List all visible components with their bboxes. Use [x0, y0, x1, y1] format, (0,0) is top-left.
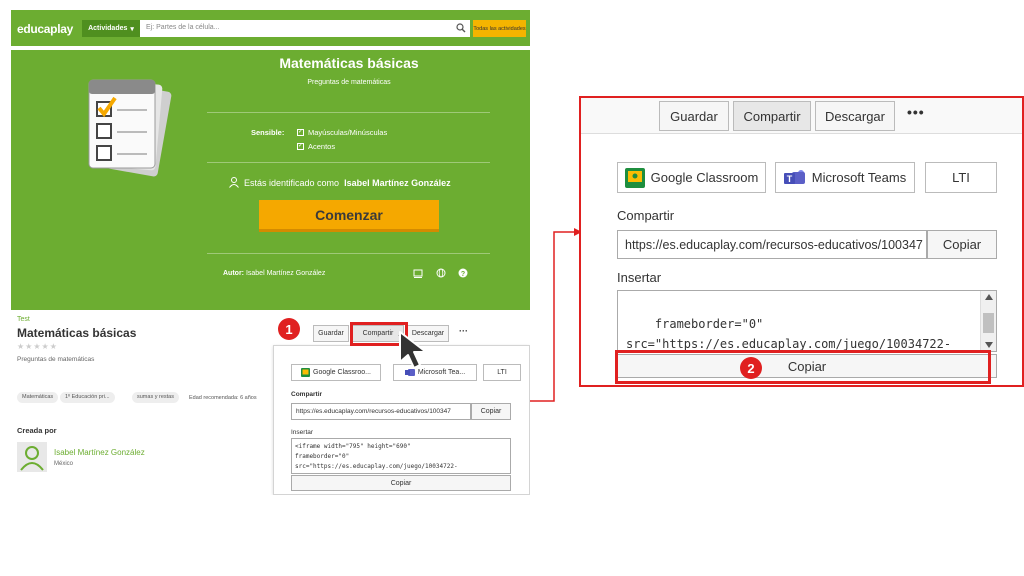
scrollbar-thumb[interactable] — [983, 313, 994, 333]
scroll-up-icon[interactable] — [985, 294, 993, 300]
lti-button[interactable]: LTI — [483, 364, 521, 381]
identified-prefix: Estás identificado como — [244, 177, 340, 188]
author-line: Autor: Isabel Martínez González — [223, 270, 325, 277]
embed-code-textarea[interactable]: <iframe width="795" height="690" framebo… — [291, 438, 511, 474]
tag-chip[interactable]: sumas y restas — [132, 392, 179, 403]
breadcrumb[interactable]: Test — [17, 316, 30, 323]
sensible-option-label: Mayúsculas/Minúsculas — [308, 128, 388, 137]
divider — [207, 112, 490, 113]
checkbox-icon[interactable]: ✓ — [297, 143, 304, 150]
divider — [207, 162, 490, 163]
svg-text:?: ? — [461, 271, 465, 278]
embed-label: Insertar — [617, 270, 662, 285]
step-badge-1: 1 — [278, 318, 300, 340]
test-document-icon — [88, 79, 172, 177]
step-badge-2: 2 — [740, 357, 762, 379]
mouse-cursor-icon — [398, 331, 427, 369]
recommended-age: Edad recomendada: 6 años — [189, 395, 257, 401]
copy-url-button[interactable]: Copiar — [927, 230, 997, 259]
search-placeholder: Ej: Partes de la célula... — [146, 24, 220, 31]
sensible-option-label: Acentos — [308, 142, 336, 151]
scrollbar[interactable] — [980, 291, 996, 351]
service-label: Microsoft Teams — [811, 170, 907, 185]
search-input[interactable]: Ej: Partes de la célula... — [140, 20, 470, 37]
connector-arrow — [530, 228, 582, 402]
download-button[interactable]: Descargar — [815, 101, 895, 131]
more-options-icon[interactable]: ··· — [459, 326, 468, 336]
service-label: Google Classroo... — [313, 369, 371, 376]
service-label: Google Classroom — [650, 170, 759, 185]
google-classroom-button[interactable]: Google Classroo... — [291, 364, 381, 381]
copy-embed-button[interactable]: Copiar — [291, 475, 511, 491]
share-panel-zoom: Guardar Compartir Descargar ••• Google C… — [579, 96, 1024, 387]
creator-name-link[interactable]: Isabel Martínez González — [54, 448, 145, 457]
activities-label: Actividades — [88, 25, 128, 32]
globe-icon[interactable] — [436, 268, 446, 278]
user-icon — [229, 177, 239, 188]
activity-description: Preguntas de matemáticas — [17, 356, 95, 363]
google-classroom-icon — [301, 368, 310, 377]
embed-code-textarea[interactable]: frameborder="0" src="https://es.educapla… — [617, 290, 997, 352]
top-navigation-bar: educaplay Actividades ▾ Ej: Partes de la… — [11, 10, 530, 46]
microsoft-teams-icon: T — [783, 169, 805, 184]
share-url-label: Compartir — [291, 391, 323, 398]
share-button[interactable]: Compartir — [352, 325, 404, 342]
activities-menu-button[interactable]: Actividades ▾ — [82, 20, 140, 37]
share-button[interactable]: Compartir — [733, 101, 811, 131]
share-url-label: Compartir — [617, 208, 675, 223]
help-icon[interactable]: ? — [458, 268, 468, 278]
scroll-down-icon[interactable] — [985, 342, 993, 348]
sensible-option-case[interactable]: ✓ Mayúsculas/Minúsculas — [297, 128, 387, 137]
tag-chip[interactable]: Matemáticas — [17, 392, 59, 403]
lti-button[interactable]: LTI — [925, 162, 997, 193]
author-prefix: Autor: — [223, 270, 244, 277]
rating-stars[interactable]: ★★★★★ — [17, 342, 58, 351]
chevron-down-icon: ▾ — [130, 25, 134, 33]
activity-hero-banner: Matemáticas básicas Preguntas de matemát… — [11, 50, 530, 310]
more-options-icon[interactable]: ••• — [907, 104, 925, 120]
save-button[interactable]: Guardar — [313, 325, 349, 342]
sensible-option-accents[interactable]: ✓ Acentos — [297, 142, 335, 151]
save-button[interactable]: Guardar — [659, 101, 729, 131]
identified-user-name: Isabel Martínez González — [344, 177, 451, 188]
embed-code-text: frameborder="0" src="https://es.educapla… — [626, 317, 952, 351]
user-icon — [20, 446, 44, 471]
share-url-field[interactable]: https://es.educaplay.com/recursos-educat… — [291, 403, 471, 420]
copy-embed-button[interactable]: Copiar — [617, 354, 997, 378]
sensible-label: Sensible: — [251, 128, 285, 137]
share-url-field[interactable]: https://es.educaplay.com/recursos-educat… — [617, 230, 927, 259]
checkbox-icon[interactable]: ✓ — [297, 129, 304, 136]
google-classroom-icon — [624, 167, 645, 188]
svg-text:T: T — [787, 174, 793, 184]
service-label: Microsoft Tea... — [417, 369, 466, 376]
tag-chip[interactable]: 1º Educación pri... — [60, 392, 115, 403]
identified-user-line: Estás identificado como Isabel Martínez … — [229, 177, 451, 188]
avatar[interactable] — [17, 442, 47, 472]
google-classroom-button[interactable]: Google Classroom — [617, 162, 766, 193]
created-by-label: Creada por — [17, 426, 57, 435]
creator-country: México — [54, 461, 74, 467]
all-activities-button[interactable]: Todas las actividades — [473, 20, 526, 37]
search-icon[interactable] — [456, 23, 466, 33]
activity-title: Matemáticas básicas — [279, 55, 419, 71]
divider — [207, 253, 490, 254]
zoom-toolbar: Guardar Compartir Descargar ••• — [581, 98, 1022, 134]
embed-label: Insertar — [291, 429, 314, 436]
educaplay-page-screenshot: educaplay Actividades ▾ Ej: Partes de la… — [11, 10, 530, 495]
microsoft-teams-button[interactable]: T Microsoft Teams — [775, 162, 915, 193]
author-name: Isabel Martínez González — [245, 270, 326, 277]
educaplay-logo[interactable]: educaplay — [17, 22, 73, 36]
activity-subtitle: Preguntas de matemáticas — [307, 79, 391, 86]
fullscreen-icon[interactable] — [413, 268, 423, 278]
copy-url-button[interactable]: Copiar — [471, 403, 511, 420]
start-button[interactable]: Comenzar — [259, 200, 439, 232]
page-title: Matemáticas básicas — [17, 326, 137, 340]
